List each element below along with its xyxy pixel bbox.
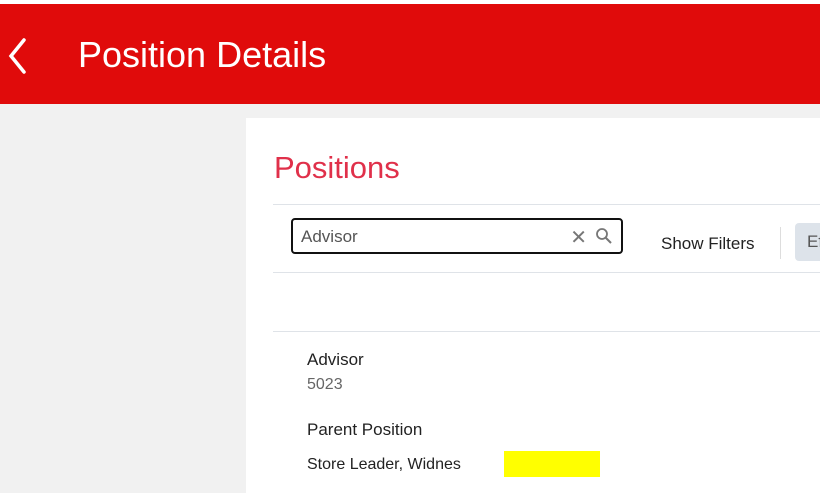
chevron-left-icon: [8, 38, 26, 74]
section-title: Positions: [274, 150, 400, 185]
positions-panel: Positions ✕ Show Filters Ef Advisor 5023…: [246, 118, 820, 493]
divider: [273, 272, 820, 273]
parent-position-label: Parent Position: [307, 420, 423, 439]
divider: [273, 204, 820, 205]
parent-position-value: Store Leader, Widnes: [307, 456, 461, 473]
show-filters-link[interactable]: Show Filters: [661, 234, 755, 254]
clear-icon[interactable]: ✕: [570, 225, 587, 250]
position-name: Advisor: [307, 350, 364, 369]
page-title: Position Details: [78, 34, 327, 75]
highlight-mark: [504, 451, 600, 477]
app-header: Position Details: [0, 4, 820, 104]
back-button[interactable]: [8, 38, 28, 74]
position-code: 5023: [307, 376, 343, 393]
divider: [780, 227, 781, 259]
divider: [273, 331, 820, 332]
search-input[interactable]: [301, 226, 571, 248]
toolbar-button[interactable]: Ef: [795, 223, 820, 261]
search-box: ✕: [291, 218, 623, 254]
search-icon[interactable]: [595, 227, 613, 245]
